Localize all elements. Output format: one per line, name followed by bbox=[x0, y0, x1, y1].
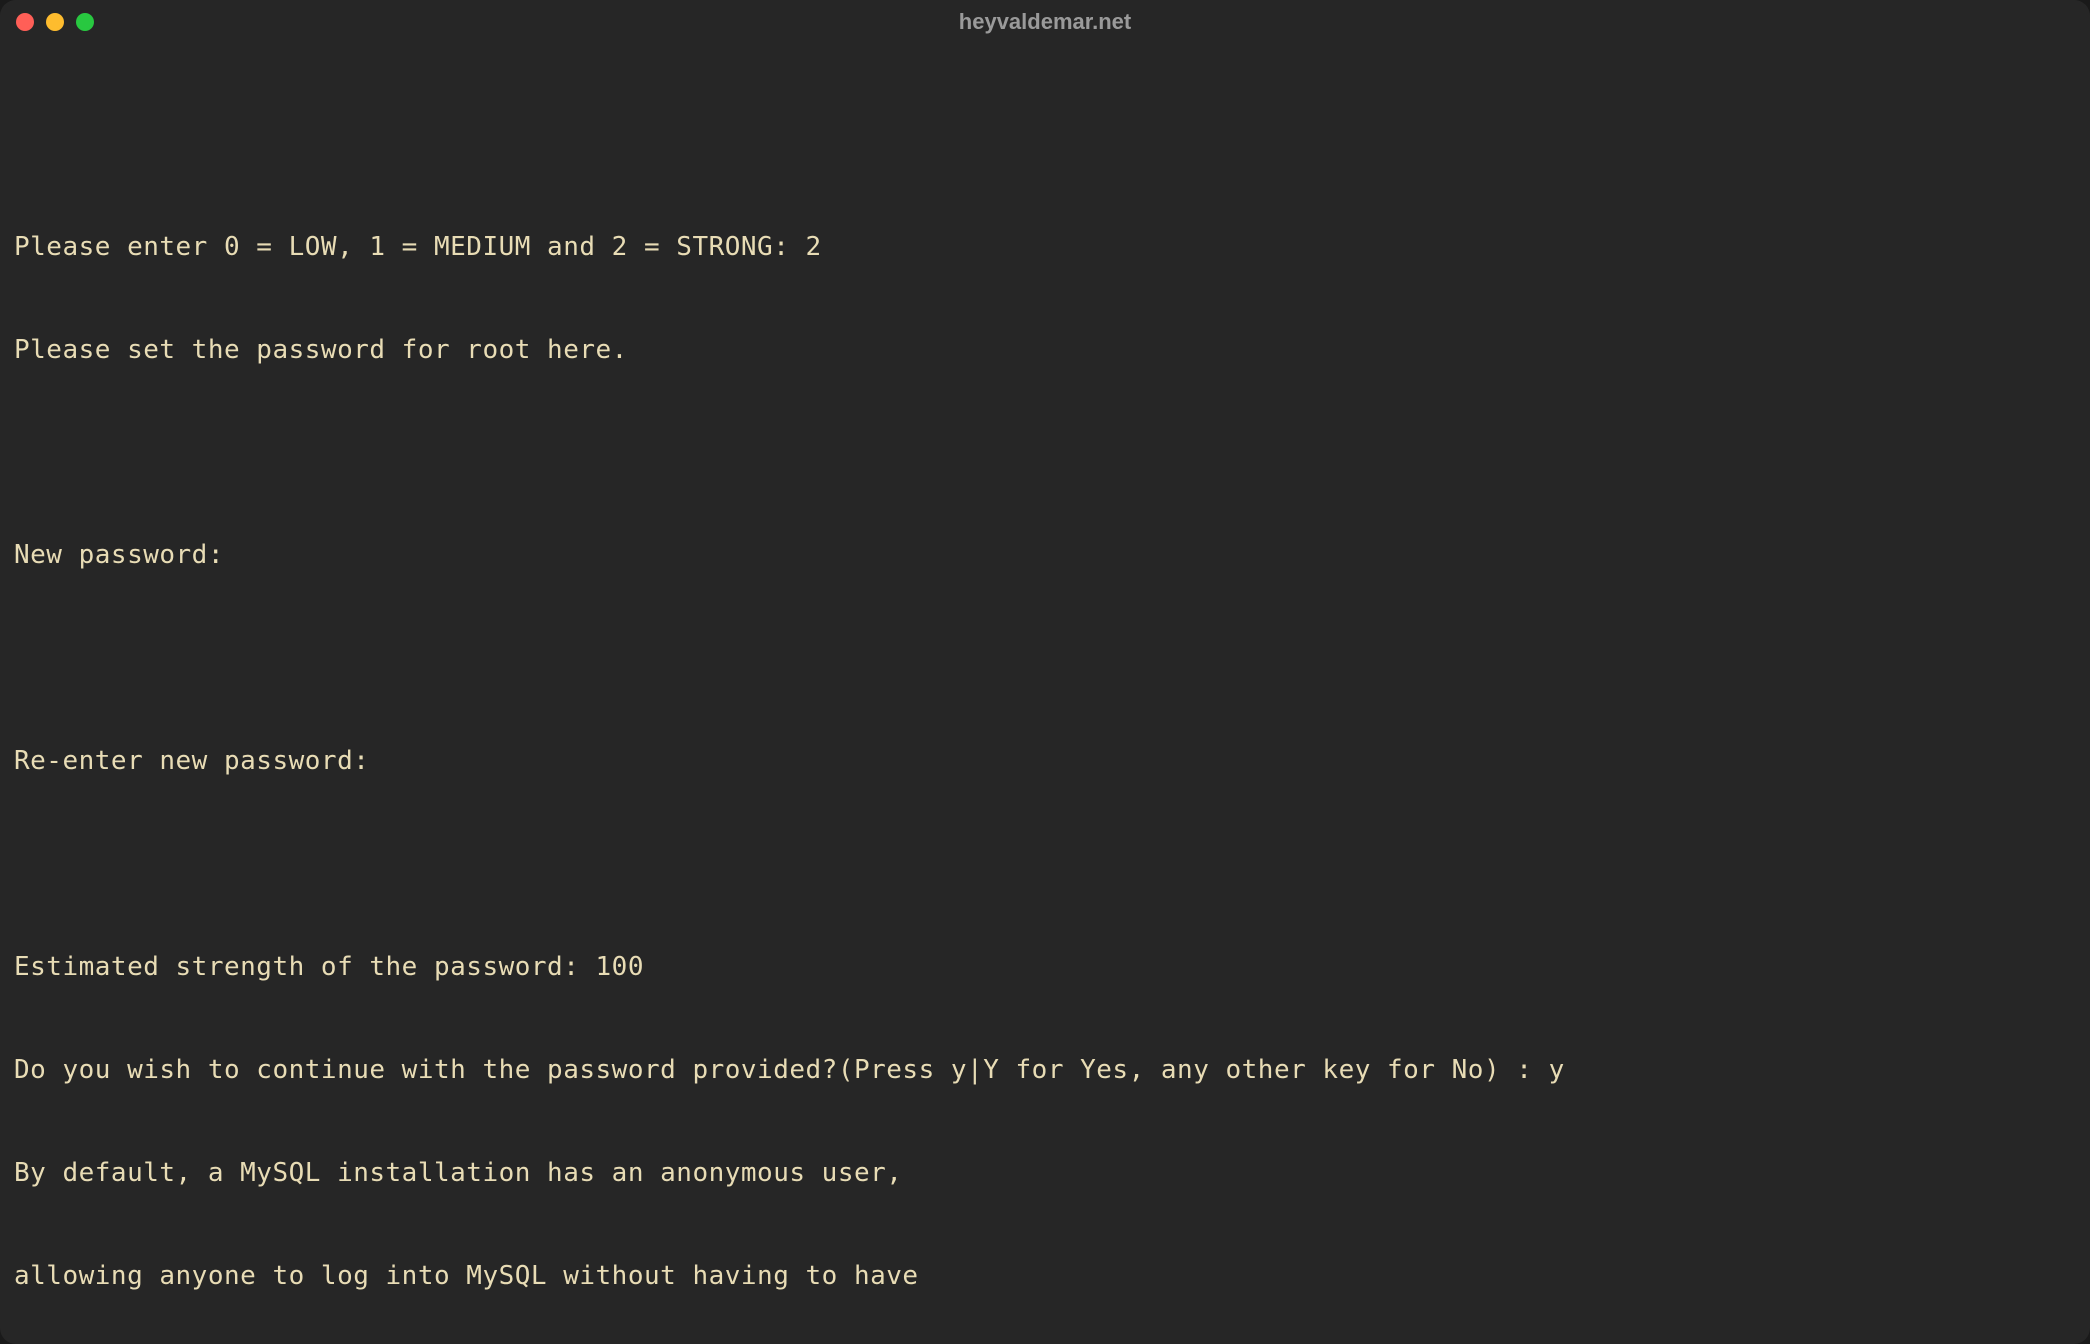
terminal-line: Please set the password for root here. bbox=[14, 333, 2076, 367]
terminal-line: allowing anyone to log into MySQL withou… bbox=[14, 1259, 2076, 1293]
terminal-line: Do you wish to continue with the passwor… bbox=[14, 1053, 2076, 1087]
terminal-line bbox=[14, 127, 2076, 161]
terminal-content[interactable]: Please enter 0 = LOW, 1 = MEDIUM and 2 =… bbox=[0, 44, 2090, 1344]
maximize-button[interactable] bbox=[76, 13, 94, 31]
terminal-line: New password: bbox=[14, 538, 2076, 572]
terminal-window: heyvaldemar.net Please enter 0 = LOW, 1 … bbox=[0, 0, 2090, 1344]
close-button[interactable] bbox=[16, 13, 34, 31]
terminal-line: By default, a MySQL installation has an … bbox=[14, 1156, 2076, 1190]
minimize-button[interactable] bbox=[46, 13, 64, 31]
traffic-lights bbox=[16, 13, 94, 31]
title-bar: heyvaldemar.net bbox=[0, 0, 2090, 44]
terminal-line bbox=[14, 847, 2076, 881]
terminal-line bbox=[14, 435, 2076, 469]
window-title: heyvaldemar.net bbox=[959, 9, 1131, 35]
terminal-line: Please enter 0 = LOW, 1 = MEDIUM and 2 =… bbox=[14, 230, 2076, 264]
terminal-line: Re-enter new password: bbox=[14, 744, 2076, 778]
terminal-line bbox=[14, 641, 2076, 675]
terminal-line: Estimated strength of the password: 100 bbox=[14, 950, 2076, 984]
